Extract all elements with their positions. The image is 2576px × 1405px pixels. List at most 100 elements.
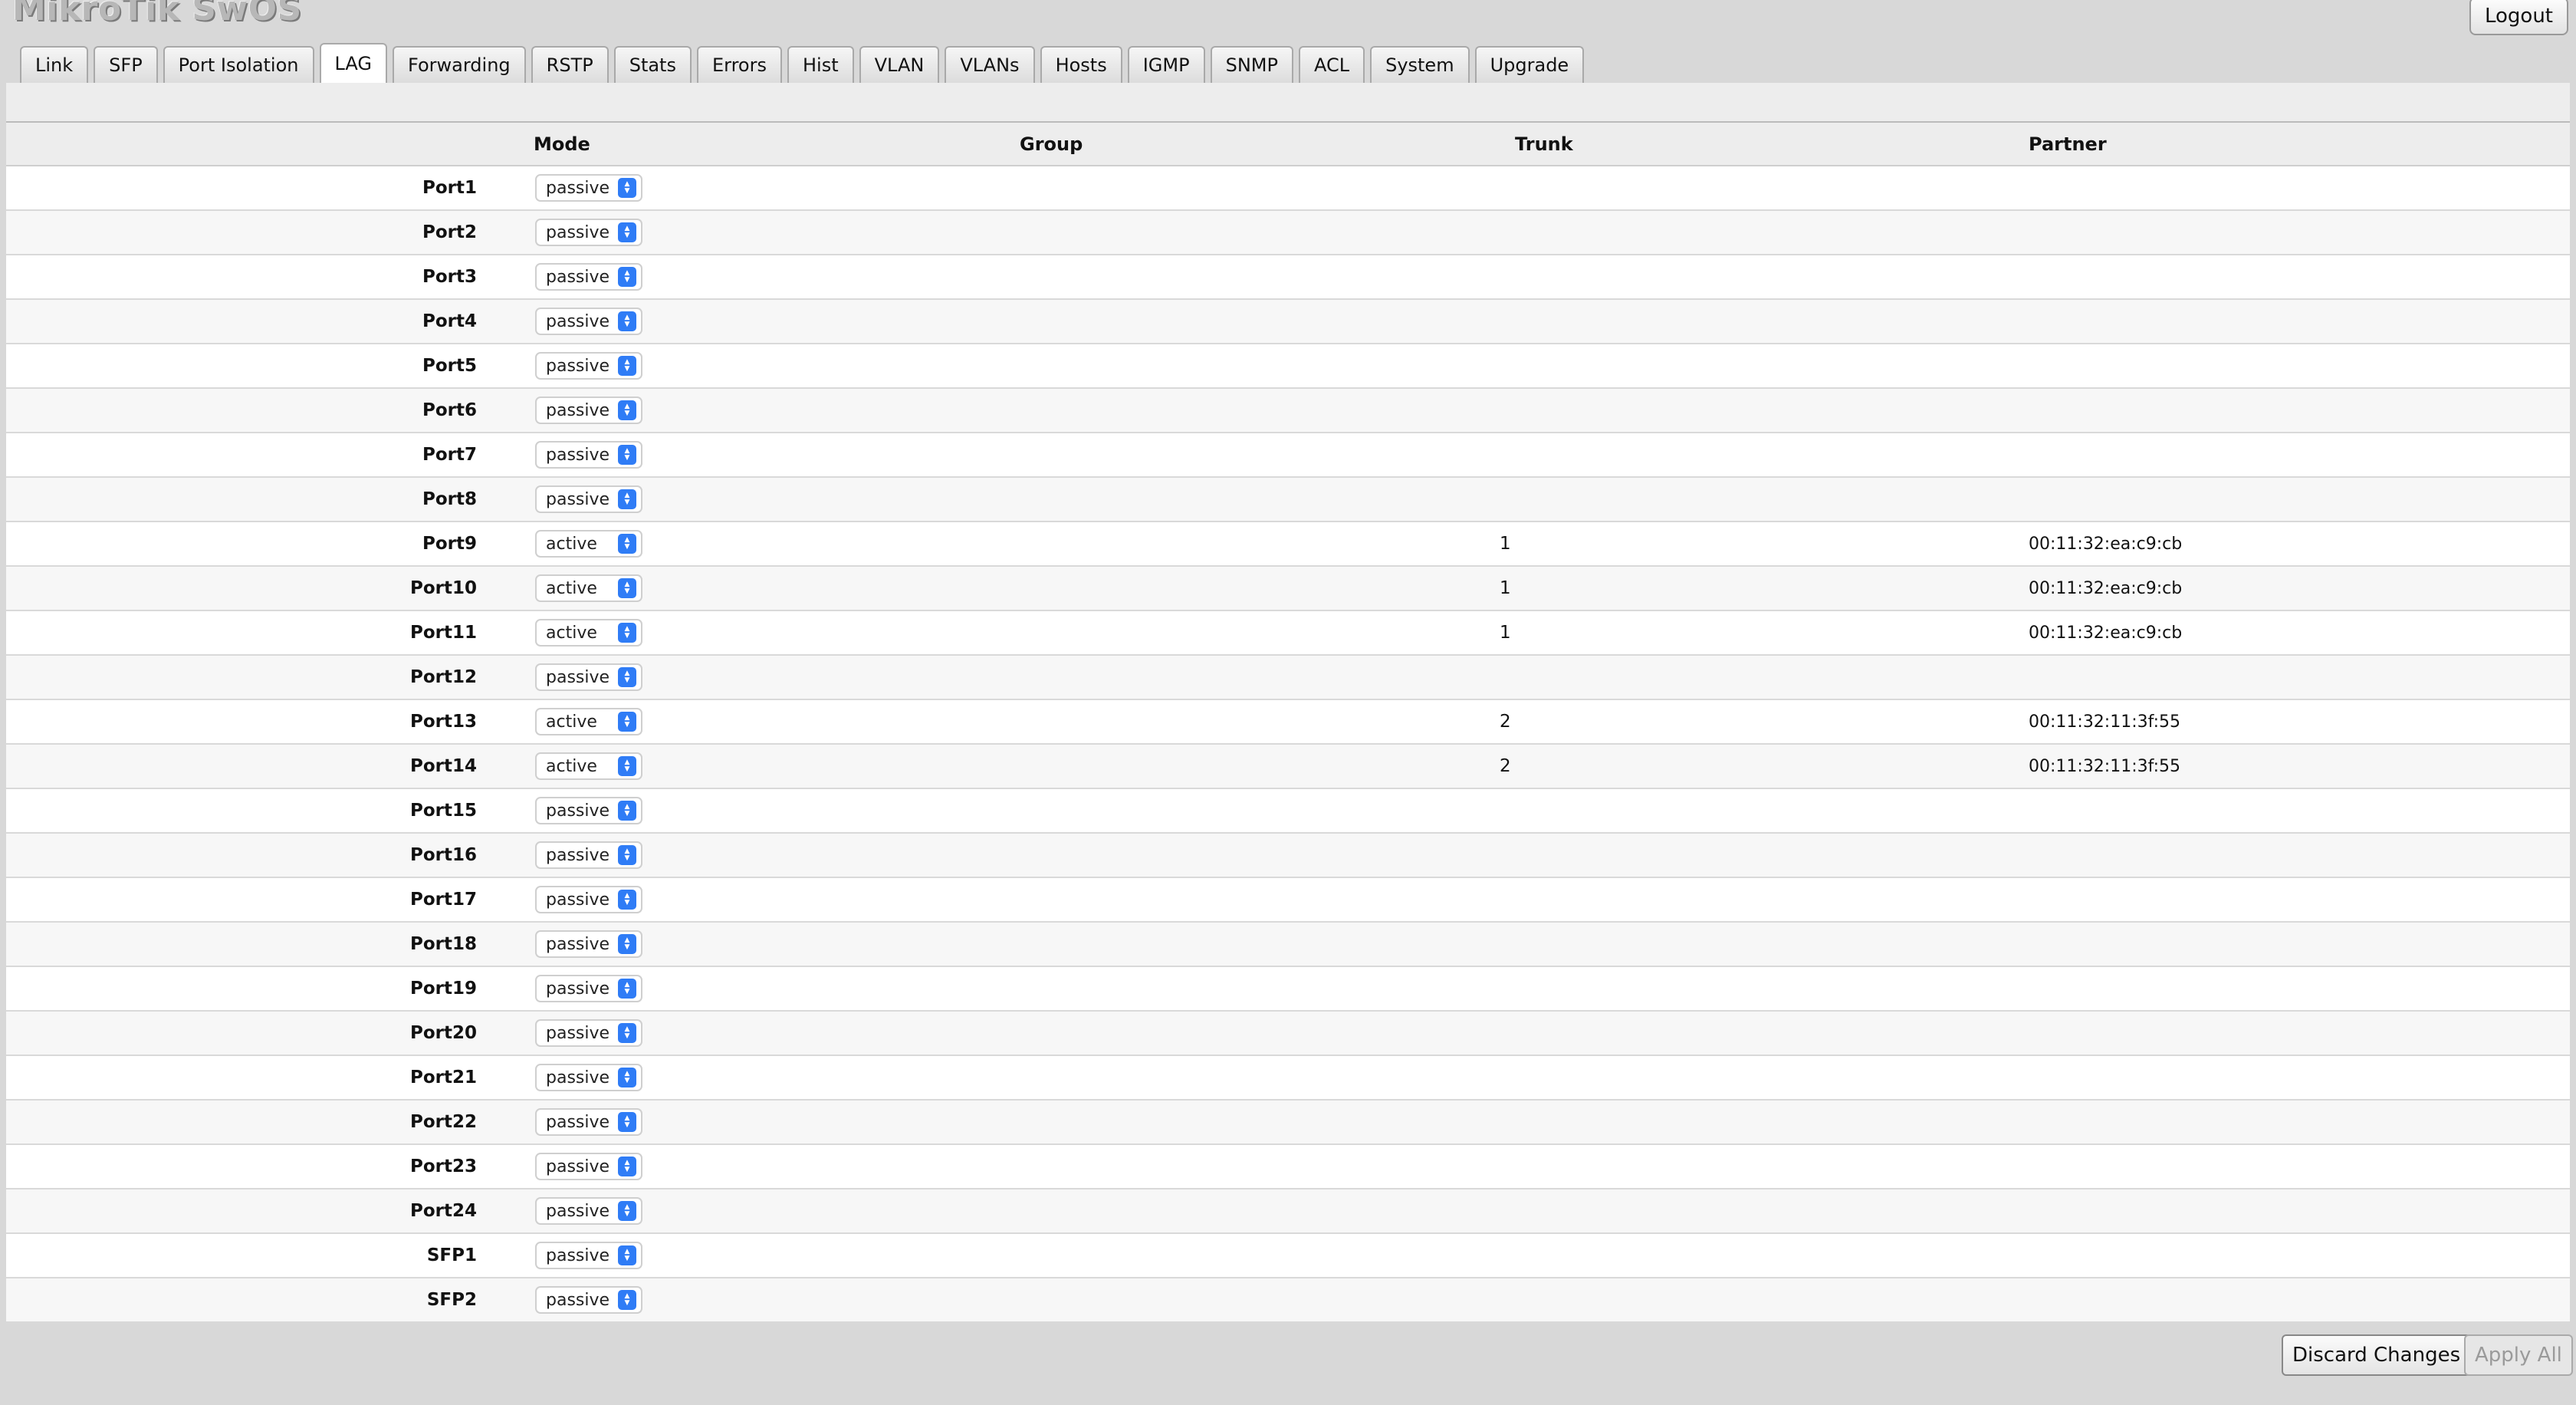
group-cell [997,877,1492,922]
table-row: Port13 active ▲ ▼ 2 00:11:32:11:3f:55 [6,699,2570,744]
updown-chevron-icon: ▲ ▼ [618,1245,636,1265]
mode-select[interactable]: passive ▲ ▼ [535,485,642,513]
trunk-cell [1492,1011,2006,1055]
group-cell [997,388,1492,433]
table-row: Port20 passive ▲ ▼ [6,1011,2570,1055]
group-cell [997,1233,1492,1278]
tab-hist[interactable]: Hist [787,46,854,83]
tab-vlans[interactable]: VLANs [945,46,1035,83]
mode-cell: passive ▲ ▼ [503,877,997,922]
mode-select[interactable]: passive ▲ ▼ [535,396,642,424]
tab-link[interactable]: Link [20,46,89,83]
mode-select-value: passive [546,445,610,465]
mode-select[interactable]: passive ▲ ▼ [535,174,642,202]
tab-vlan[interactable]: VLAN [859,46,940,83]
tab-snmp[interactable]: SNMP [1210,46,1293,83]
trunk-cell: 2 [1500,712,1511,732]
mode-select[interactable]: passive ▲ ▼ [535,841,642,869]
tab-system[interactable]: System [1370,46,1470,83]
logout-button[interactable]: Logout [2469,0,2568,35]
mode-cell: passive ▲ ▼ [503,788,997,833]
updown-chevron-icon: ▲ ▼ [618,667,636,687]
header-group: Group [997,123,1492,166]
mode-cell: passive ▲ ▼ [503,1100,997,1144]
mode-cell: passive ▲ ▼ [503,210,997,255]
tab-port-isolation[interactable]: Port Isolation [163,46,314,83]
mode-select[interactable]: passive ▲ ▼ [535,930,642,958]
partner-cell [2006,344,2570,388]
tab-acl[interactable]: ACL [1298,46,1365,83]
port-name: Port24 [409,1201,477,1221]
mode-select[interactable]: active ▲ ▼ [535,574,642,602]
mode-select[interactable]: passive ▲ ▼ [535,308,642,335]
tab-hosts[interactable]: Hosts [1040,46,1122,83]
discard-changes-button[interactable]: Discard Changes [2282,1334,2472,1376]
mode-select[interactable]: passive ▲ ▼ [535,1064,642,1091]
tab-stats[interactable]: Stats [613,46,692,83]
trunk-cell [1492,166,2006,210]
updown-chevron-icon: ▲ ▼ [618,489,636,509]
port-name: Port8 [422,489,477,509]
group-cell [997,966,1492,1011]
apply-all-button[interactable]: Apply All [2464,1334,2573,1376]
group-cell [997,433,1492,477]
tab-rstp[interactable]: RSTP [531,46,609,83]
trunk-cell [1492,966,2006,1011]
table-row: Port8 passive ▲ ▼ [6,477,2570,522]
mode-select-value: passive [546,1245,610,1265]
partner-cell [2006,788,2570,833]
mode-select[interactable]: passive ▲ ▼ [535,1242,642,1269]
mode-select[interactable]: passive ▲ ▼ [535,352,642,380]
mode-select[interactable]: passive ▲ ▼ [535,263,642,291]
port-name: Port11 [409,623,477,643]
tab-upgrade[interactable]: Upgrade [1474,46,1585,83]
mode-cell: passive ▲ ▼ [503,255,997,299]
mode-select[interactable]: passive ▲ ▼ [535,1153,642,1180]
trunk-cell [1492,210,2006,255]
mode-select[interactable]: passive ▲ ▼ [535,1286,642,1314]
group-cell [997,610,1492,655]
table-row: Port16 passive ▲ ▼ [6,833,2570,877]
mode-cell: passive ▲ ▼ [503,1278,997,1322]
mode-select-value: passive [546,1068,610,1087]
tab-igmp[interactable]: IGMP [1127,46,1205,83]
port-name: Port3 [422,267,477,287]
trunk-cell [1492,1278,2006,1322]
partner-cell: 00:11:32:ea:c9:cb [2029,534,2183,554]
mode-cell: active ▲ ▼ [503,744,997,788]
partner-cell [2006,966,2570,1011]
mode-select[interactable]: active ▲ ▼ [535,708,642,735]
tab-errors[interactable]: Errors [696,46,782,83]
partner-cell [2006,922,2570,966]
partner-cell: 00:11:32:ea:c9:cb [2029,623,2183,643]
mode-select[interactable]: passive ▲ ▼ [535,975,642,1002]
partner-cell [2006,1144,2570,1189]
updown-chevron-icon: ▲ ▼ [618,578,636,598]
tab-forwarding[interactable]: Forwarding [393,46,526,83]
updown-chevron-icon: ▲ ▼ [618,267,636,287]
updown-chevron-icon: ▲ ▼ [618,890,636,910]
tab-sfp[interactable]: SFP [94,46,158,83]
partner-cell [2006,1278,2570,1322]
mode-select[interactable]: active ▲ ▼ [535,752,642,780]
port-name: Port21 [409,1068,477,1087]
mode-select[interactable]: passive ▲ ▼ [535,663,642,691]
partner-cell [2006,1011,2570,1055]
partner-cell [2006,388,2570,433]
mode-select[interactable]: passive ▲ ▼ [535,219,642,246]
mode-select[interactable]: passive ▲ ▼ [535,1197,642,1225]
mode-select[interactable]: passive ▲ ▼ [535,797,642,824]
port-name: Port9 [422,534,477,554]
mode-select[interactable]: active ▲ ▼ [535,530,642,558]
updown-chevron-icon: ▲ ▼ [618,845,636,865]
trunk-cell [1492,788,2006,833]
mode-select[interactable]: passive ▲ ▼ [535,1019,642,1047]
tab-lag[interactable]: LAG [319,43,388,83]
mode-select[interactable]: passive ▲ ▼ [535,441,642,469]
mode-select[interactable]: passive ▲ ▼ [535,886,642,913]
mode-select[interactable]: active ▲ ▼ [535,619,642,647]
group-cell [997,788,1492,833]
port-name: Port2 [422,222,477,242]
trunk-cell [1492,1055,2006,1100]
mode-select[interactable]: passive ▲ ▼ [535,1108,642,1136]
